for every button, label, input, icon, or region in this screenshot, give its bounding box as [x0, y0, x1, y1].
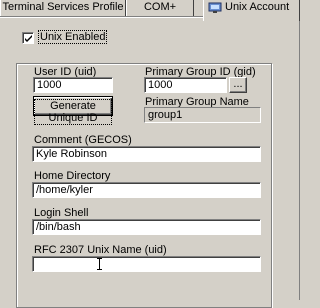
tab-label: Terminal Services Profile [2, 1, 124, 13]
login-shell-label: Login Shell [34, 207, 89, 219]
user-id-field[interactable]: 1000 [33, 77, 113, 93]
tab-com-plus[interactable]: COM+ [126, 0, 194, 16]
tab-label: COM+ [143, 1, 177, 13]
unix-account-icon [208, 2, 222, 14]
checkmark-icon [25, 35, 32, 42]
home-directory-label: Home Directory [34, 170, 111, 182]
tab-unix-account[interactable]: Unix Account [203, 0, 300, 21]
primary-group-id-field[interactable]: 1000 [144, 77, 227, 93]
comment-label: Comment (GECOS) [34, 134, 132, 146]
unix-enabled-checkbox[interactable] [22, 32, 34, 44]
login-shell-field[interactable]: /bin/bash [32, 219, 261, 235]
tab-terminal-services-profile[interactable]: Terminal Services Profile [0, 0, 126, 16]
primary-group-name-field: group1 [144, 107, 261, 123]
tab-label: Unix Account [225, 1, 290, 13]
generate-unique-id-button[interactable]: Generate Unique ID [33, 96, 113, 125]
browse-group-button[interactable]: ... [229, 77, 247, 93]
unix-enabled-label[interactable]: Unix Enabled [38, 30, 108, 44]
rfc-unix-name-field[interactable] [32, 256, 261, 272]
home-directory-field[interactable]: /home/kyler [32, 182, 261, 198]
text-cursor-icon [97, 258, 102, 270]
rfc-unix-name-label: RFC 2307 Unix Name (uid) [34, 244, 167, 256]
comment-field[interactable]: Kyle Robinson [32, 146, 261, 162]
